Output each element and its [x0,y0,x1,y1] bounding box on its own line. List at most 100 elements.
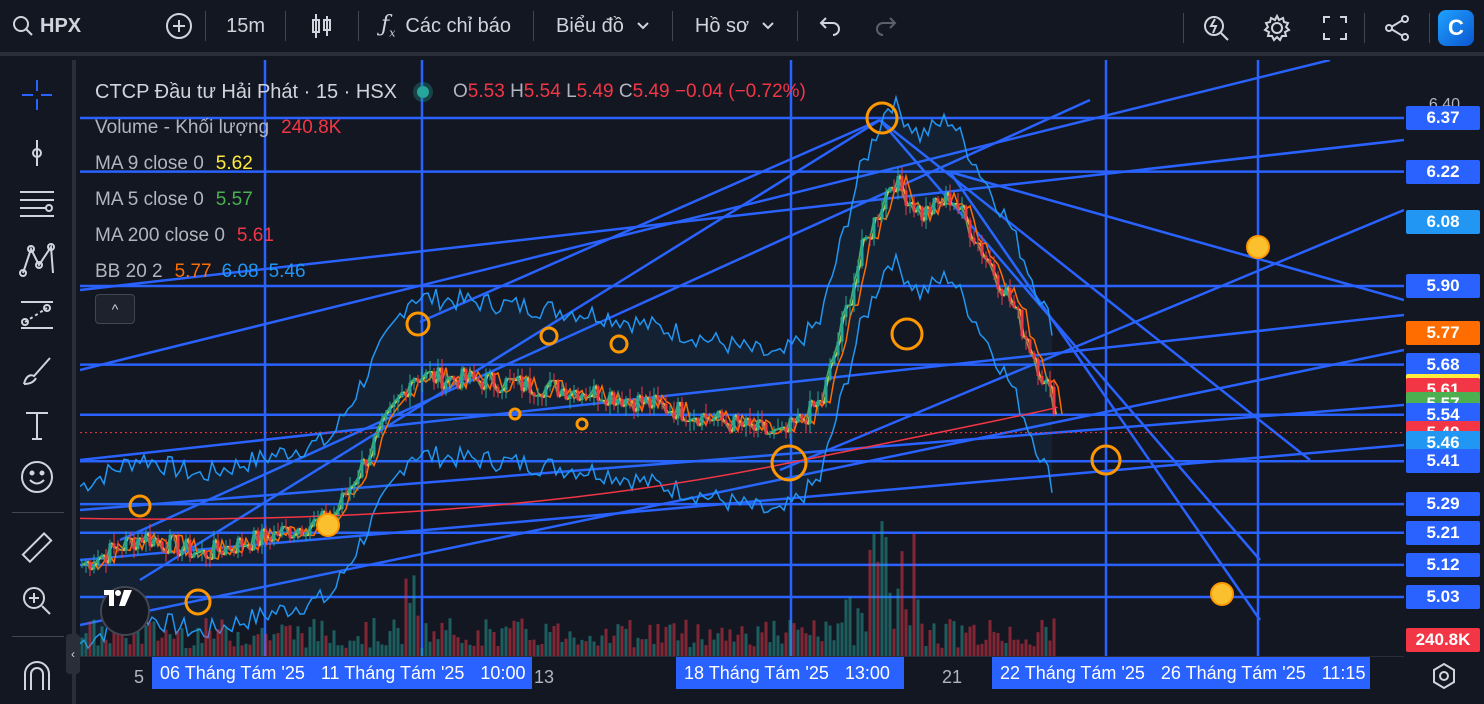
candle-body [932,198,936,214]
volume-bar [856,608,860,656]
compare-symbol-button[interactable] [153,0,205,54]
fib-tool[interactable] [14,182,60,228]
volume-bar [876,561,880,656]
legend-ma9-row[interactable]: MA 9 close 0 5.62 [95,146,806,182]
candle-body [196,551,200,554]
price-axis[interactable]: 6.40 5.00 240.8K 6.376.226.085.905.775.6… [1404,60,1484,656]
legend-ma200-row[interactable]: MA 200 close 0 5.61 [95,218,806,254]
volume-bar [728,629,732,656]
tradingview-logo[interactable] [100,586,150,636]
volume-bar [744,633,748,656]
measure-tool[interactable] [14,526,60,572]
magnet-tool[interactable] [14,654,60,700]
volume-bar [976,644,980,656]
candle-body [108,543,112,563]
chart-type-dropdown[interactable]: Biểu đồ [534,0,672,54]
forecast-tool[interactable] [14,292,60,338]
candle-body [980,243,984,256]
share-button[interactable] [1365,0,1429,56]
candle-body [552,380,556,382]
volume-bar [1044,626,1048,656]
volume-bar [148,622,152,656]
volume-bar [848,596,852,656]
quick-search-button[interactable] [1184,0,1248,56]
volume-bar [328,642,332,656]
candle-body [384,412,388,419]
volume-bar [700,639,704,656]
candle-body [348,487,352,495]
legend-ma5-row[interactable]: MA 5 close 0 5.57 [95,182,806,218]
chart-settings-icon[interactable] [1430,662,1458,690]
candle-type-button[interactable] [286,0,358,54]
volume-bar [324,635,328,656]
collapse-legend-button[interactable]: ^ [95,294,135,324]
volume-bar [996,632,1000,656]
fullscreen-icon [1323,16,1347,40]
fullscreen-button[interactable] [1306,0,1364,56]
candle-body [792,418,796,423]
candle-body [252,530,256,550]
volume-bar [176,630,180,656]
volume-bar [656,624,660,656]
chart-pane[interactable]: CTCP Đầu tư Hải Phát · 15 · HSX O5.53 H5… [80,60,1404,656]
volume-bar [1024,639,1028,656]
volume-bar [104,639,108,656]
tv-logo-icon [104,590,132,606]
emoji-tool[interactable] [14,454,60,500]
volume-bar [980,643,984,656]
volume-bar [248,644,252,656]
zoom-tool[interactable] [14,578,60,624]
volume-bar [564,638,568,656]
volume-bar [664,626,668,656]
candle-body [900,176,904,191]
volume-bar [224,627,228,656]
crosshair-tool[interactable] [14,72,60,118]
indicators-button[interactable]: ƒx Các chỉ báo [359,0,533,54]
volume-bar [972,624,976,656]
settings-button[interactable] [1248,0,1306,56]
volume-bar [368,647,372,656]
candle-body [532,392,536,396]
brush-tool[interactable] [14,348,60,394]
volume-bar [556,623,560,656]
candle-body [940,202,944,205]
volume-bar [812,620,816,656]
divider [12,512,64,513]
candle-body [416,378,420,382]
volume-bar [552,626,556,656]
candle-body [496,386,500,393]
time-selection-label: 22 Tháng Tám '25 [1000,662,1145,683]
pattern-tool[interactable] [14,238,60,284]
ma200-label: MA 200 close 0 [95,225,225,246]
volume-bar [836,623,840,656]
legend-volume-row[interactable]: Volume - Khối lượng 240.8K [95,110,806,146]
ma5-value: 5.57 [215,189,253,210]
candle-body [660,401,664,404]
volume-bar [432,631,436,656]
candle-body [448,376,452,382]
symbol-search[interactable]: HPX [0,0,93,54]
volume-bar [336,645,340,656]
trend-line-tool[interactable] [14,130,60,176]
collapse-toolbar-button[interactable]: ‹ [66,634,80,674]
volume-bar [164,629,168,656]
profile-label: Hồ sơ [694,14,750,37]
volume-bar [220,619,224,656]
legend-bb-row[interactable]: BB 20 2 5.77 6.08 5.46 [95,254,806,290]
chevron-down-icon [637,22,649,30]
profile-dropdown[interactable]: Hồ sơ [673,0,797,54]
undo-button[interactable] [798,0,862,54]
text-tool[interactable] [14,402,60,448]
time-axis[interactable]: 5 13 21 06 Tháng Tám '25 11 Tháng Tám '2… [80,656,1404,704]
candle-body [828,364,832,381]
volume-bar [688,646,692,656]
volume-bar [748,644,752,656]
fx-icon: ƒx [381,12,396,40]
redo-button[interactable] [862,0,910,54]
interval-button[interactable]: 15m [206,0,285,54]
app-logo[interactable]: C [1438,10,1474,46]
candle-body [368,455,372,466]
candle-body [192,553,196,558]
volume-bar [944,623,948,656]
volume-bar [648,624,652,656]
